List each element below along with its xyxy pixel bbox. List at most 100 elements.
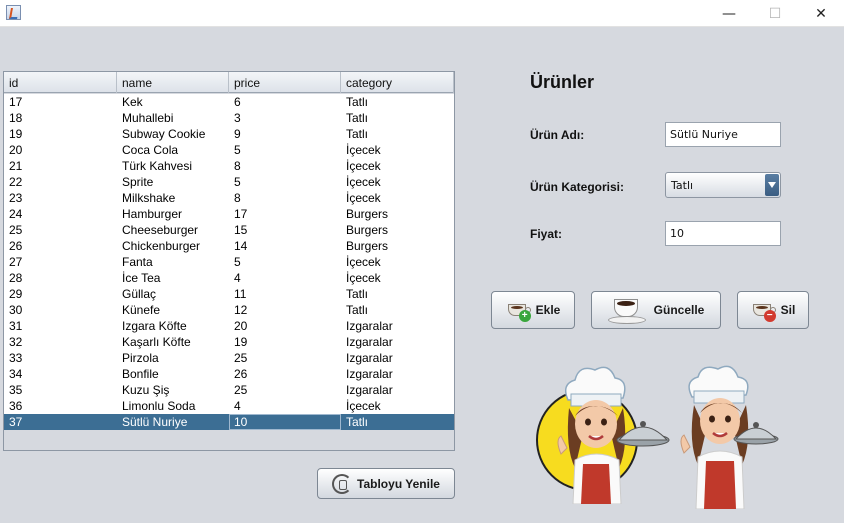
table-cell-name[interactable]: Kaşarlı Köfte [117, 334, 229, 350]
table-row[interactable]: 17 Kek 6 Tatlı [4, 94, 454, 110]
table-cell-id[interactable]: 33 [4, 350, 117, 366]
table-cell-price[interactable]: 17 [229, 206, 341, 222]
delete-button[interactable]: − Sil [737, 291, 809, 329]
table-cell-price[interactable]: 5 [229, 174, 341, 190]
table-cell-name[interactable]: Pirzola [117, 350, 229, 366]
table-cell-name[interactable]: Bonfile [117, 366, 229, 382]
table-cell-category[interactable]: Tatlı [341, 414, 454, 430]
table-cell-name[interactable]: Limonlu Soda [117, 398, 229, 414]
table-cell-category[interactable]: Izgaralar [341, 382, 454, 398]
table-cell-id[interactable]: 18 [4, 110, 117, 126]
table-cell-name[interactable]: Künefe [117, 302, 229, 318]
table-cell-id[interactable]: 19 [4, 126, 117, 142]
table-cell-name[interactable]: Güllaç [117, 286, 229, 302]
table-cell-category[interactable]: Izgaralar [341, 366, 454, 382]
table-cell-price[interactable]: 20 [229, 318, 341, 334]
table-cell-name[interactable]: İce Tea [117, 270, 229, 286]
table-cell-id[interactable]: 32 [4, 334, 117, 350]
table-cell-id[interactable]: 23 [4, 190, 117, 206]
table-row[interactable]: 19 Subway Cookie 9 Tatlı [4, 126, 454, 142]
table-body[interactable]: 17 Kek 6 Tatlı 18 Muhallebi 3 Tatlı 19 Subway Coo… [4, 94, 454, 430]
table-cell-id[interactable]: 22 [4, 174, 117, 190]
table-cell-category[interactable]: İçecek [341, 254, 454, 270]
refresh-table-button[interactable]: Tabloyu Yenile [317, 468, 455, 499]
table-row[interactable]: 24 Hamburger 17 Burgers [4, 206, 454, 222]
table-row[interactable]: 34 Bonfile 26 Izgaralar [4, 366, 454, 382]
table-row[interactable]: 37 Sütlü Nuriye 10 Tatlı [4, 414, 454, 430]
table-cell-id[interactable]: 26 [4, 238, 117, 254]
table-cell-name[interactable]: Fanta [117, 254, 229, 270]
table-cell-price[interactable]: 5 [229, 142, 341, 158]
table-cell-id[interactable]: 17 [4, 94, 117, 110]
table-cell-price[interactable]: 4 [229, 270, 341, 286]
column-header-price[interactable]: price [229, 72, 341, 93]
table-cell-category[interactable]: İçecek [341, 174, 454, 190]
table-cell-name[interactable]: Muhallebi [117, 110, 229, 126]
table-cell-name[interactable]: Kuzu Şiş [117, 382, 229, 398]
table-row[interactable]: 36 Limonlu Soda 4 İçecek [4, 398, 454, 414]
table-cell-category[interactable]: Tatlı [341, 110, 454, 126]
table-cell-name[interactable]: Milkshake [117, 190, 229, 206]
table-cell-name[interactable]: Hamburger [117, 206, 229, 222]
table-cell-category[interactable]: Izgaralar [341, 318, 454, 334]
table-cell-id[interactable]: 31 [4, 318, 117, 334]
table-cell-category[interactable]: İçecek [341, 190, 454, 206]
product-price-input[interactable]: 10 [665, 221, 781, 246]
products-table[interactable]: id name price category 17 Kek 6 Tatlı 18 Muhalle… [3, 71, 455, 451]
table-cell-id[interactable]: 35 [4, 382, 117, 398]
table-row[interactable]: 33 Pirzola 25 Izgaralar [4, 350, 454, 366]
product-name-input[interactable]: Sütlü Nuriye [665, 122, 781, 147]
table-cell-price[interactable]: 8 [229, 190, 341, 206]
table-cell-id[interactable]: 30 [4, 302, 117, 318]
table-cell-name[interactable]: Chickenburger [117, 238, 229, 254]
table-cell-price[interactable]: 4 [229, 398, 341, 414]
table-cell-price[interactable]: 9 [229, 126, 341, 142]
table-cell-price[interactable]: 25 [229, 382, 341, 398]
table-cell-id[interactable]: 28 [4, 270, 117, 286]
table-row[interactable]: 21 Türk Kahvesi 8 İçecek [4, 158, 454, 174]
table-cell-category[interactable]: İçecek [341, 158, 454, 174]
table-cell-category[interactable]: Izgaralar [341, 350, 454, 366]
table-row[interactable]: 22 Sprite 5 İçecek [4, 174, 454, 190]
table-row[interactable]: 27 Fanta 5 İçecek [4, 254, 454, 270]
table-row[interactable]: 28 İce Tea 4 İçecek [4, 270, 454, 286]
chevron-down-icon[interactable] [765, 174, 779, 196]
table-cell-id[interactable]: 27 [4, 254, 117, 270]
table-cell-id[interactable]: 29 [4, 286, 117, 302]
table-cell-id[interactable]: 36 [4, 398, 117, 414]
table-cell-category[interactable]: Tatlı [341, 302, 454, 318]
table-cell-name[interactable]: Cheeseburger [117, 222, 229, 238]
table-cell-category[interactable]: Burgers [341, 238, 454, 254]
close-button[interactable]: ✕ [798, 0, 844, 27]
add-button[interactable]: + Ekle [491, 291, 575, 329]
table-cell-category[interactable]: İçecek [341, 270, 454, 286]
table-cell-name[interactable]: Türk Kahvesi [117, 158, 229, 174]
table-row[interactable]: 32 Kaşarlı Köfte 19 Izgaralar [4, 334, 454, 350]
table-row[interactable]: 30 Künefe 12 Tatlı [4, 302, 454, 318]
table-cell-price[interactable]: 12 [229, 302, 341, 318]
table-row[interactable]: 35 Kuzu Şiş 25 Izgaralar [4, 382, 454, 398]
table-cell-price[interactable]: 8 [229, 158, 341, 174]
product-category-select[interactable]: Tatlı [665, 172, 781, 198]
table-cell-price[interactable]: 10 [229, 414, 341, 430]
table-cell-category[interactable]: Burgers [341, 206, 454, 222]
table-row[interactable]: 29 Güllaç 11 Tatlı [4, 286, 454, 302]
maximize-button[interactable]: ☐ [752, 0, 798, 27]
table-cell-name[interactable]: Coca Cola [117, 142, 229, 158]
table-cell-name[interactable]: Sprite [117, 174, 229, 190]
table-cell-category[interactable]: Tatlı [341, 126, 454, 142]
table-cell-category[interactable]: İçecek [341, 398, 454, 414]
table-cell-category[interactable]: Tatlı [341, 286, 454, 302]
table-cell-id[interactable]: 20 [4, 142, 117, 158]
table-cell-category[interactable]: Tatlı [341, 94, 454, 110]
column-header-id[interactable]: id [4, 72, 117, 93]
table-cell-name[interactable]: Izgara Köfte [117, 318, 229, 334]
table-cell-id[interactable]: 34 [4, 366, 117, 382]
table-cell-price[interactable]: 26 [229, 366, 341, 382]
table-cell-id[interactable]: 21 [4, 158, 117, 174]
table-cell-price[interactable]: 19 [229, 334, 341, 350]
table-cell-name[interactable]: Subway Cookie [117, 126, 229, 142]
table-cell-name[interactable]: Kek [117, 94, 229, 110]
table-cell-name[interactable]: Sütlü Nuriye [117, 414, 229, 430]
table-cell-price[interactable]: 11 [229, 286, 341, 302]
